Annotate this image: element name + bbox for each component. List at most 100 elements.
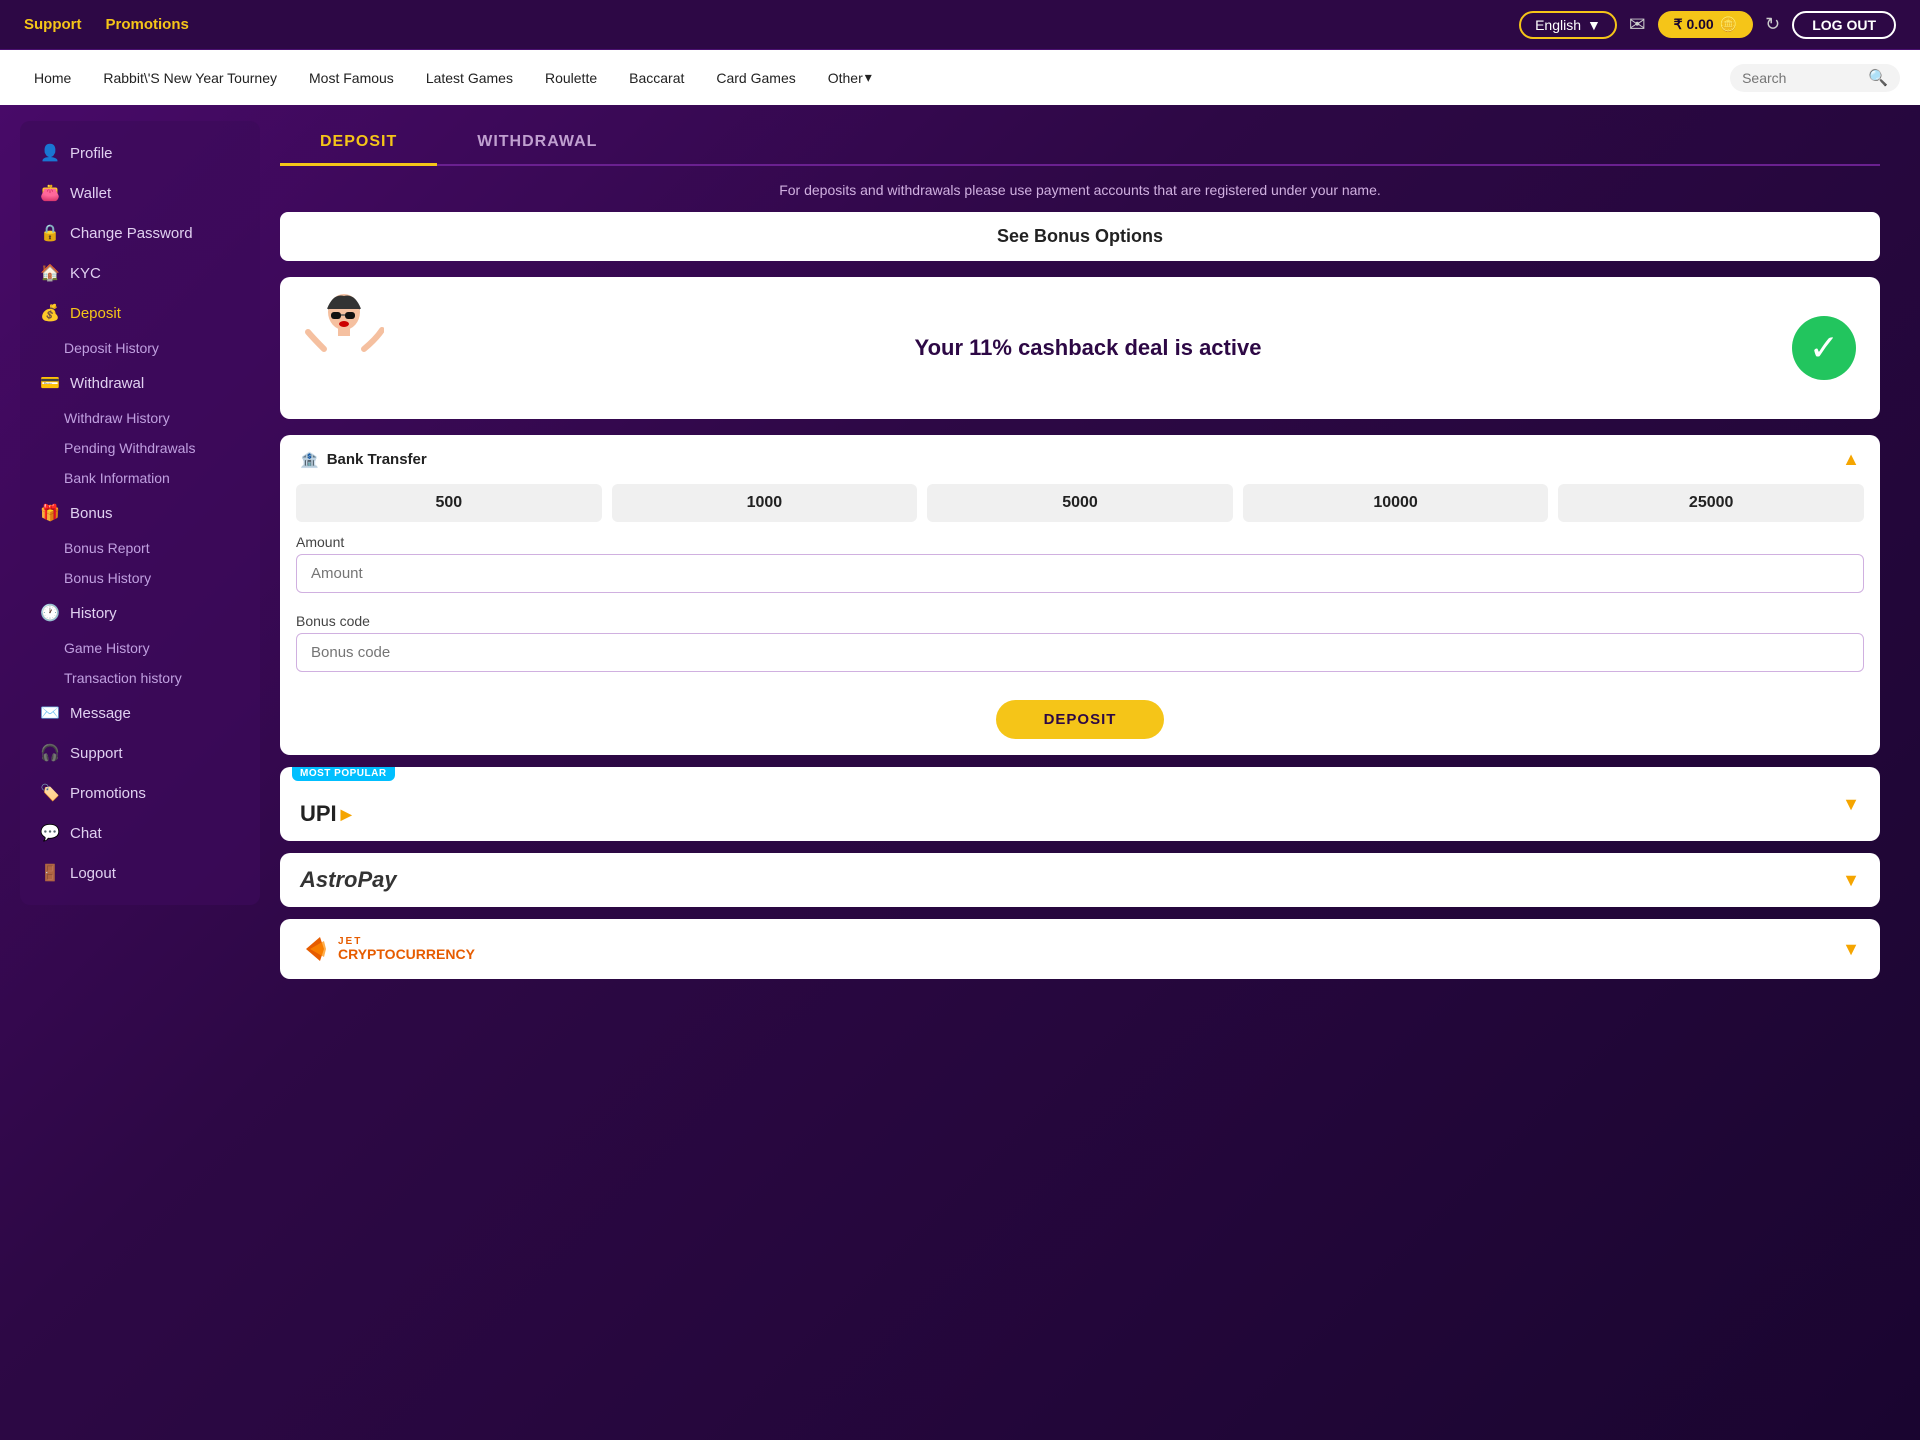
wallet-amount: ₹ 0.00 (1674, 16, 1714, 33)
sidebar-item-chat[interactable]: 💬 Chat (20, 813, 260, 853)
deposit-tabs: DEPOSIT WITHDRAWAL (280, 121, 1880, 166)
profile-icon: 👤 (40, 143, 60, 163)
sidebar-label-bonus: Bonus (70, 505, 113, 522)
sidebar-item-bonus-report[interactable]: Bonus Report (20, 533, 260, 563)
nav-card-games[interactable]: Card Games (702, 64, 809, 92)
jet-crypto-label: CRYPTOCURRENCY (338, 947, 475, 962)
sidebar-label-withdrawal: Withdrawal (70, 375, 144, 392)
language-button[interactable]: English ▼ (1519, 11, 1617, 39)
nav-roulette[interactable]: Roulette (531, 64, 611, 92)
sidebar-item-deposit[interactable]: 💰 Deposit (20, 293, 260, 333)
chat-icon: 💬 (40, 823, 60, 843)
support-icon: 🎧 (40, 743, 60, 763)
sidebar-label-game-history: Game History (64, 640, 150, 656)
sidebar-label-transaction-history: Transaction history (64, 670, 182, 686)
astropay-chevron-down-icon: ▼ (1842, 870, 1860, 891)
sidebar-label-profile: Profile (70, 145, 113, 162)
sidebar-label-promotions: Promotions (70, 785, 146, 802)
info-text: For deposits and withdrawals please use … (280, 182, 1880, 198)
astropay-text: AstroPay (300, 867, 397, 892)
bonus-code-input[interactable] (296, 633, 1864, 672)
nav-tourney[interactable]: Rabbit\'S New Year Tourney (89, 64, 291, 92)
search-bar: 🔍 (1730, 64, 1900, 92)
main-content: DEPOSIT WITHDRAWAL For deposits and with… (260, 121, 1900, 1424)
tab-deposit[interactable]: DEPOSIT (280, 121, 437, 166)
amount-btn-10000[interactable]: 10000 (1243, 484, 1549, 522)
sidebar-label-deposit: Deposit (70, 305, 121, 322)
sidebar-item-withdrawal[interactable]: 💳 Withdrawal (20, 363, 260, 403)
sidebar-item-transaction-history[interactable]: Transaction history (20, 663, 260, 693)
search-input[interactable] (1742, 70, 1862, 86)
bonus-code-section: Bonus code (280, 613, 1880, 692)
most-popular-badge: MOST POPULAR (292, 767, 395, 781)
nav-home[interactable]: Home (20, 64, 85, 92)
sidebar-item-logout[interactable]: 🚪 Logout (20, 853, 260, 893)
upi-arrow-icon: ▶ (341, 806, 352, 823)
sidebar-item-wallet[interactable]: 👛 Wallet (20, 173, 260, 213)
jet-logo: JET CRYPTOCURRENCY (300, 933, 475, 965)
sidebar-label-history: History (70, 605, 117, 622)
sidebar-item-kyc[interactable]: 🏠 KYC (20, 253, 260, 293)
upi-chevron-down-icon: ▼ (1842, 794, 1860, 815)
sidebar-item-message[interactable]: ✉️ Message (20, 693, 260, 733)
promotions-link[interactable]: Promotions (106, 16, 189, 33)
bonus-icon: 🎁 (40, 503, 60, 523)
sidebar-item-pending-withdrawals[interactable]: Pending Withdrawals (20, 433, 260, 463)
sidebar-label-pending-withdrawals: Pending Withdrawals (64, 440, 196, 456)
sidebar-item-promotions[interactable]: 🏷️ Promotions (20, 773, 260, 813)
amount-btn-500[interactable]: 500 (296, 484, 602, 522)
cashback-check-icon: ✓ (1792, 316, 1856, 380)
amount-btn-25000[interactable]: 25000 (1558, 484, 1864, 522)
sidebar-label-kyc: KYC (70, 265, 101, 282)
cashback-banner: Your 11% cashback deal is active ✓ (280, 277, 1880, 419)
sidebar-item-bonus[interactable]: 🎁 Bonus (20, 493, 260, 533)
jet-card[interactable]: JET CRYPTOCURRENCY ▼ (280, 919, 1880, 979)
chevron-down-icon: ▾ (865, 69, 872, 86)
sidebar-item-profile[interactable]: 👤 Profile (20, 133, 260, 173)
astropay-logo: AstroPay (300, 867, 397, 893)
history-icon: 🕐 (40, 603, 60, 623)
nav-bar: Home Rabbit\'S New Year Tourney Most Fam… (0, 50, 1920, 105)
bank-transfer-header[interactable]: 🏦 Bank Transfer ▲ (280, 435, 1880, 484)
nav-latest-games[interactable]: Latest Games (412, 64, 527, 92)
mail-icon[interactable]: ✉ (1629, 12, 1646, 37)
bank-transfer-card: 🏦 Bank Transfer ▲ 500 1000 5000 10000 25… (280, 435, 1880, 755)
nav-most-famous[interactable]: Most Famous (295, 64, 408, 92)
chevron-down-icon: ▼ (1587, 17, 1601, 33)
sidebar-item-change-password[interactable]: 🔒 Change Password (20, 213, 260, 253)
support-link[interactable]: Support (24, 16, 82, 33)
top-bar-right: English ▼ ✉ ₹ 0.00 🪙 ↻ LOG OUT (1519, 11, 1896, 39)
tab-withdrawal[interactable]: WITHDRAWAL (437, 121, 637, 164)
amount-buttons: 500 1000 5000 10000 25000 (280, 484, 1880, 534)
amount-input[interactable] (296, 554, 1864, 593)
sidebar: 👤 Profile 👛 Wallet 🔒 Change Password 🏠 K… (20, 121, 260, 905)
amount-btn-5000[interactable]: 5000 (927, 484, 1233, 522)
amount-btn-1000[interactable]: 1000 (612, 484, 918, 522)
refresh-button[interactable]: ↻ (1765, 14, 1780, 35)
sidebar-item-bank-information[interactable]: Bank Information (20, 463, 260, 493)
promotions-icon: 🏷️ (40, 783, 60, 803)
nav-other[interactable]: Other ▾ (814, 63, 886, 92)
lock-icon: 🔒 (40, 223, 60, 243)
message-icon: ✉️ (40, 703, 60, 723)
top-bar: Support Promotions English ▼ ✉ ₹ 0.00 🪙 … (0, 0, 1920, 50)
sidebar-label-deposit-history: Deposit History (64, 340, 159, 356)
sidebar-label-wallet: Wallet (70, 185, 111, 202)
sidebar-item-bonus-history[interactable]: Bonus History (20, 563, 260, 593)
logout-button[interactable]: LOG OUT (1792, 11, 1896, 39)
nav-baccarat[interactable]: Baccarat (615, 64, 698, 92)
astropay-card[interactable]: AstroPay ▼ (280, 853, 1880, 907)
deposit-action-button[interactable]: DEPOSIT (996, 700, 1165, 739)
bonus-options-button[interactable]: See Bonus Options (280, 212, 1880, 261)
sidebar-label-bonus-report: Bonus Report (64, 540, 150, 556)
sidebar-item-game-history[interactable]: Game History (20, 633, 260, 663)
sidebar-item-support[interactable]: 🎧 Support (20, 733, 260, 773)
upi-text: UPI (300, 801, 337, 827)
sidebar-item-withdraw-history[interactable]: Withdraw History (20, 403, 260, 433)
wallet-button[interactable]: ₹ 0.00 🪙 (1658, 11, 1753, 38)
sidebar-item-history[interactable]: 🕐 History (20, 593, 260, 633)
sidebar-label-bank-information: Bank Information (64, 470, 170, 486)
bank-transfer-chevron-up-icon: ▲ (1842, 449, 1860, 470)
sidebar-item-deposit-history[interactable]: Deposit History (20, 333, 260, 363)
upi-card[interactable]: MOST POPULAR UPI ▶ ▼ (280, 767, 1880, 841)
